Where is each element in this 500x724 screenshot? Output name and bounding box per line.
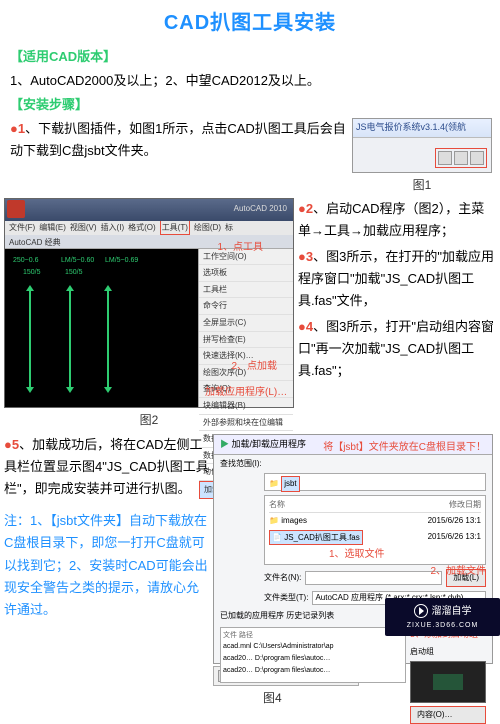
step5-text: 、加载成功后，将在CAD左侧工具栏位置显示图4"JS_CAD扒图工具栏"，即完成… bbox=[4, 437, 209, 496]
fig2-mnu-draw: 绘图(D) bbox=[194, 221, 221, 235]
fig4-lrow-0: acad.mnl C:\Users\Administrator\ap bbox=[223, 641, 403, 653]
step4-text: 、图3所示，打开"启动组内容窗口"再一次加载"JS_CAD扒图工具.fas"； bbox=[298, 319, 494, 378]
step1-text: 、下载扒图插件，如图1所示，点击CAD扒图工具后会自动下载到C盘jsbt文件夹。 bbox=[10, 121, 346, 158]
fig4-fname-input[interactable] bbox=[305, 571, 442, 585]
fig4-path-label: 查找范围(I): bbox=[220, 457, 262, 471]
cv-lbl-1: LM/5~0.60 bbox=[61, 255, 94, 267]
fig2-mnu-dim: 标 bbox=[225, 221, 233, 235]
fig4-start-label: 启动组 bbox=[410, 645, 486, 659]
step-2: ●2、启动CAD程序（图2），主菜单→工具→加载应用程序； bbox=[298, 198, 496, 242]
mnu-item-1: 选项板 bbox=[199, 265, 293, 282]
cad-version-text: 1、AutoCAD2000及以上；2、中望CAD2012及以上。 bbox=[10, 70, 496, 92]
fig4-fname-label: 文件名(N): bbox=[264, 571, 301, 585]
step2-text: 、启动CAD程序（图2），主菜单→工具→加载应用程序； bbox=[298, 201, 484, 238]
fig4-col-date: 修改日期 bbox=[449, 498, 481, 512]
fig4-file-row-1: 📄 JS_CAD扒图工具.fas2015/6/26 13:1 bbox=[269, 529, 481, 547]
cv-arrow-3 bbox=[107, 289, 109, 389]
cv-arrow-1 bbox=[29, 289, 31, 389]
fig2-mnu-insert: 插入(I) bbox=[101, 221, 125, 235]
watermark-url: ZIXUE.3D66.COM bbox=[407, 620, 479, 632]
fig1-window-title: JS电气报价系统v3.1.4(领航 bbox=[353, 119, 491, 137]
watermark-play-icon bbox=[414, 604, 428, 618]
page-title: CAD扒图工具安装 bbox=[0, 0, 500, 44]
step-5: ●5、加载成功后，将在CAD左侧工具栏位置显示图4"JS_CAD扒图工具栏"，即… bbox=[4, 434, 209, 500]
fig2-app-title: AutoCAD 2010 bbox=[234, 202, 287, 216]
figure-1: JS电气报价系统v3.1.4(领航 bbox=[352, 118, 492, 173]
fig4-path-value: jsbt bbox=[281, 476, 299, 492]
install-note: 注：1、【jsbt文件夹】自动下载放在C盘根目录下，即您一打开C盘就可以找到它；… bbox=[4, 510, 209, 620]
watermark: 溜溜自学 ZIXUE.3D66.COM bbox=[385, 598, 500, 636]
fig2-annotation-3: 加载应用程序(L)… bbox=[205, 384, 287, 401]
fig1-highlight-icons bbox=[435, 148, 487, 168]
figure-2: AutoCAD 2010 文件(F) 编辑(E) 视图(V) 插入(I) 格式(… bbox=[4, 198, 294, 408]
fig4-red-2: 2、加载文件 bbox=[430, 563, 486, 580]
fig2-mnu-file: 文件(F) bbox=[9, 221, 35, 235]
cv-lbl-3: 150/5 bbox=[23, 267, 41, 279]
fig4-file-list: 名称修改日期 📁 images2015/6/26 13:1 📄 JS_CAD扒图… bbox=[264, 495, 486, 565]
cv-lbl-4: 150/5 bbox=[65, 267, 83, 279]
fig2-mnu-edit: 编辑(E) bbox=[39, 221, 66, 235]
fig2-ribbon: AutoCAD 2010 bbox=[5, 199, 293, 221]
fig4-loaded-cols: 文件 路径 bbox=[223, 630, 403, 642]
fig4-start-preview bbox=[410, 661, 486, 703]
section-cad-version: 【适用CAD版本】 bbox=[10, 46, 496, 68]
fig4-loaded-list: 文件 路径 acad.mnl C:\Users\Administrator\ap… bbox=[220, 627, 406, 683]
fig2-mnu-format: 格式(O) bbox=[128, 221, 156, 235]
step-3: ●3、图3所示，在打开的"加载应用程序窗口"加载"JS_CAD扒图工具.fas"… bbox=[298, 246, 496, 312]
fig2-canvas: 250~0.6 LM/5~0.60 LM/5~0.69 150/5 150/5 bbox=[5, 249, 198, 407]
fig2-mnu-view: 视图(V) bbox=[70, 221, 97, 235]
step5-num: 5 bbox=[12, 437, 19, 452]
fig2-annotation-1: 1、点工具 bbox=[217, 239, 263, 256]
fig2-menubar: 文件(F) 编辑(E) 视图(V) 插入(I) 格式(O) 工具(T) 绘图(D… bbox=[5, 221, 293, 235]
fig4-file-row-0: 📁 images2015/6/26 13:1 bbox=[269, 513, 481, 529]
mnu-item-3: 命令行 bbox=[199, 298, 293, 315]
watermark-name: 溜溜自学 bbox=[432, 603, 472, 620]
autocad-logo-icon bbox=[7, 200, 25, 218]
step-4: ●4、图3所示，打开"启动组内容窗口"再一次加载"JS_CAD扒图工具.fas"… bbox=[298, 316, 496, 382]
mnu-item-2: 工具栏 bbox=[199, 282, 293, 299]
fig4-red-1: 1、选取文件 bbox=[329, 549, 385, 560]
cv-lbl-2: LM/5~0.69 bbox=[105, 255, 138, 267]
fig4-red-top: 将【jsbt】文件夹放在C盘根目录下！ bbox=[323, 439, 486, 456]
fig4-contents-btn[interactable]: 内容(O)… bbox=[410, 706, 486, 724]
step3-text: 、图3所示，在打开的"加载应用程序窗口"加载"JS_CAD扒图工具.fas"文件… bbox=[298, 249, 494, 308]
fig2-annotation-2: 2、点加载 bbox=[231, 358, 277, 375]
mnu-item-10: 外部参照和块在位编辑 bbox=[199, 415, 293, 432]
fig4-lrow-1: acad20… D:\program files\autoc… bbox=[223, 653, 403, 665]
mnu-item-5: 拼写检查(E) bbox=[199, 332, 293, 349]
step2-num: 2 bbox=[306, 201, 313, 216]
fig4-lrow-2: acad20… D:\program files\autoc… bbox=[223, 665, 403, 677]
step1-num: 1 bbox=[18, 121, 25, 136]
section-install-steps: 【安装步骤】 bbox=[10, 94, 496, 116]
fig2-mnu-tools: 工具(T) bbox=[160, 220, 190, 236]
fig4-ftype-label: 文件类型(T): bbox=[264, 591, 308, 605]
cv-lbl-0: 250~0.6 bbox=[13, 255, 39, 267]
cv-arrow-2 bbox=[69, 289, 71, 389]
step3-num: 3 bbox=[306, 249, 313, 264]
mnu-item-4: 全屏显示(C) bbox=[199, 315, 293, 332]
figure-1-box: JS电气报价系统v3.1.4(领航 图1 bbox=[352, 118, 492, 195]
fig4-path-field: 📁 jsbt bbox=[264, 473, 486, 491]
fig1-caption: 图1 bbox=[352, 175, 492, 195]
step4-num: 4 bbox=[306, 319, 313, 334]
